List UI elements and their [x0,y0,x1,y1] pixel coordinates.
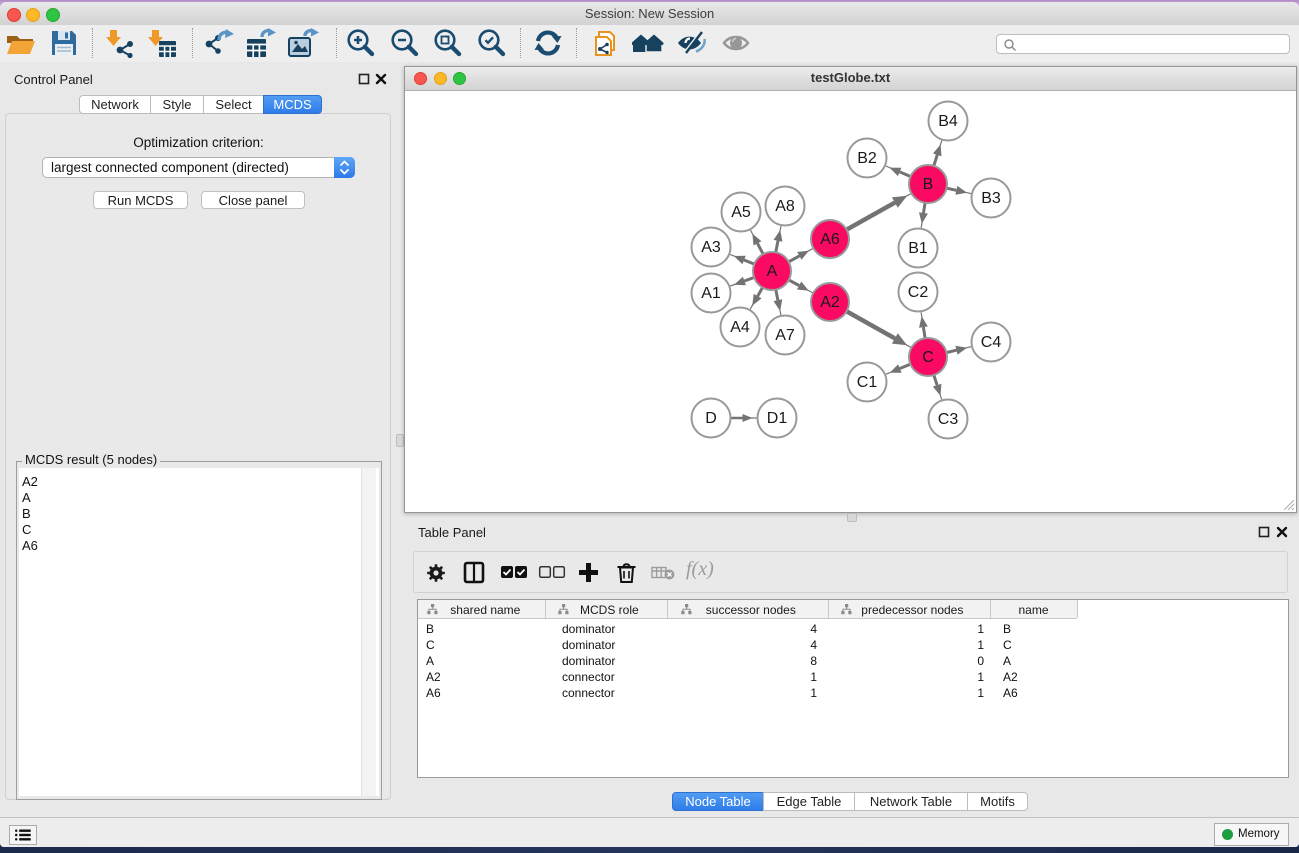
svg-text:A7: A7 [775,327,795,344]
svg-text:A8: A8 [775,198,795,215]
svg-text:B2: B2 [857,150,877,167]
svg-text:A2: A2 [820,294,840,311]
svg-text:A3: A3 [701,239,721,256]
svg-text:C3: C3 [938,411,959,428]
svg-text:A4: A4 [730,319,750,336]
svg-text:B4: B4 [938,113,958,130]
svg-text:A: A [767,263,778,280]
svg-text:B3: B3 [981,190,1001,207]
svg-text:D1: D1 [767,410,788,427]
svg-text:B1: B1 [908,240,928,257]
svg-text:C4: C4 [981,334,1002,351]
svg-text:A5: A5 [731,204,751,221]
svg-text:A6: A6 [820,231,840,248]
svg-text:D: D [705,410,717,427]
svg-text:C: C [922,349,934,366]
svg-text:B: B [923,176,934,193]
svg-text:A1: A1 [701,285,721,302]
svg-text:C1: C1 [857,374,878,391]
svg-text:C2: C2 [908,284,929,301]
